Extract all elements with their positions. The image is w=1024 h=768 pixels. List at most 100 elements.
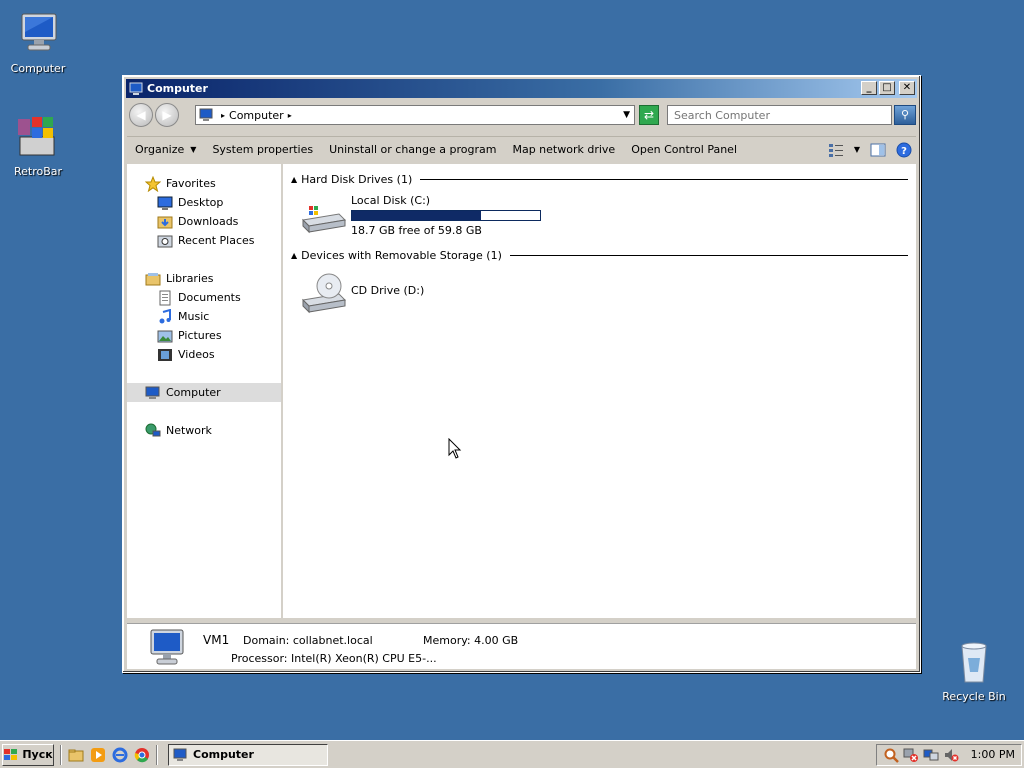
explorer-window: Computer _ □ ✕ ◀ ▶ ▸ Computer ▸ ▼ ⇄ ⚲ Or… (122, 75, 921, 673)
cd-drive-icon (299, 270, 347, 318)
map-network-drive-button[interactable]: Map network drive (504, 143, 623, 156)
nav-item-music[interactable]: Music (127, 307, 281, 326)
start-button[interactable]: Пуск (2, 743, 54, 766)
organize-button[interactable]: Organize ▼ (127, 143, 204, 156)
volume-muted-icon[interactable] (943, 747, 959, 763)
chevron-down-icon[interactable]: ▼ (854, 145, 860, 154)
start-label: Пуск (22, 748, 53, 761)
nav-item-videos[interactable]: Videos (127, 345, 281, 364)
computer-icon (145, 385, 161, 401)
recent-places-icon (157, 233, 173, 249)
nav-item-network[interactable]: Network (127, 421, 281, 440)
breadcrumb[interactable]: Computer (229, 109, 284, 122)
search-box[interactable] (667, 105, 892, 125)
nav-item-recent-places[interactable]: Recent Places (127, 231, 281, 250)
window-titlebar[interactable]: Computer _ □ ✕ (126, 79, 917, 98)
refresh-icon: ⇄ (643, 108, 655, 122)
chevron-down-icon: ▼ (190, 145, 197, 154)
nav-item-downloads[interactable]: Downloads (127, 212, 281, 231)
drive-d[interactable]: CD Drive (D:) (299, 270, 424, 318)
retrobar-icon (14, 113, 62, 161)
taskbar: Пуск Computer 1:00 PM (0, 740, 1024, 768)
nav-label: Computer (166, 386, 221, 399)
chrome-icon[interactable] (134, 747, 150, 763)
nav-label: Videos (178, 348, 215, 361)
close-button[interactable]: ✕ (899, 81, 915, 95)
system-tray: 1:00 PM (875, 743, 1022, 766)
desktop-icon-retrobar[interactable]: RetroBar (0, 113, 76, 178)
search-button[interactable]: ⚲ (894, 105, 916, 125)
nav-label: Libraries (166, 272, 214, 285)
memory-info: Memory: 4.00 GB (423, 634, 519, 647)
nav-item-desktop[interactable]: Desktop (127, 193, 281, 212)
panes: Favorites Desktop Downloads Recent Place… (127, 164, 916, 618)
address-toolbar: ◀ ▶ ▸ Computer ▸ ▼ ⇄ ⚲ (127, 102, 916, 128)
computer-icon (199, 108, 213, 122)
maximize-button[interactable]: □ (879, 81, 895, 95)
window-title: Computer (147, 82, 208, 95)
document-icon (157, 290, 173, 306)
uninstall-program-button[interactable]: Uninstall or change a program (321, 143, 504, 156)
organize-label: Organize (135, 143, 185, 156)
desktop-icon-label: RetroBar (13, 165, 63, 178)
minimize-button[interactable]: _ (861, 81, 877, 95)
search-input[interactable] (674, 108, 891, 122)
internet-explorer-icon[interactable] (112, 747, 128, 763)
drive-usage-bar (351, 210, 541, 221)
command-bar: Organize ▼ System properties Uninstall o… (127, 136, 916, 162)
clock[interactable]: 1:00 PM (971, 748, 1015, 761)
domain-info: Domain: collabnet.local (243, 634, 373, 647)
preview-pane-icon[interactable] (870, 142, 886, 158)
nav-item-pictures[interactable]: Pictures (127, 326, 281, 345)
nav-label: Desktop (178, 196, 224, 209)
search-icon[interactable] (883, 747, 899, 763)
folder-icon[interactable] (68, 747, 84, 763)
nav-label: Network (166, 424, 212, 437)
back-button[interactable]: ◀ (129, 103, 153, 127)
group-hard-disk-drives[interactable]: ▲ Hard Disk Drives (1) (291, 173, 908, 186)
nav-item-favorites[interactable]: Favorites (127, 174, 281, 193)
forward-button[interactable]: ▶ (155, 103, 179, 127)
nav-item-documents[interactable]: Documents (127, 288, 281, 307)
navigation-pane: Favorites Desktop Downloads Recent Place… (127, 164, 283, 618)
nav-label: Favorites (166, 177, 216, 190)
computer-icon (173, 748, 189, 762)
desktop-icon-computer[interactable]: Computer (0, 10, 76, 75)
nav-item-computer[interactable]: Computer (127, 383, 281, 402)
nav-label: Documents (178, 291, 241, 304)
divider (156, 744, 158, 765)
desktop-icon-recycle-bin[interactable]: Recycle Bin (936, 638, 1012, 703)
star-icon (144, 175, 162, 192)
help-icon[interactable]: ? (896, 142, 912, 158)
nav-label: Music (178, 310, 210, 323)
desktop-icon-label: Computer (10, 62, 66, 75)
libraries-icon (145, 271, 161, 287)
nav-label: Recent Places (178, 234, 255, 247)
view-options-icon[interactable] (828, 142, 844, 158)
chevron-right-icon[interactable]: ▸ (288, 111, 292, 120)
chevron-right-icon[interactable]: ▸ (221, 111, 225, 120)
open-control-panel-button[interactable]: Open Control Panel (623, 143, 745, 156)
film-icon (157, 347, 173, 363)
system-properties-button[interactable]: System properties (204, 143, 321, 156)
drive-free-space: 18.7 GB free of 59.8 GB (351, 224, 482, 237)
mouse-cursor-icon (448, 437, 462, 460)
refresh-button[interactable]: ⇄ (639, 105, 659, 125)
nav-label: Downloads (178, 215, 239, 228)
collapse-arrow-icon: ▲ (291, 251, 298, 260)
chevron-down-icon[interactable]: ▼ (623, 110, 630, 120)
computer-name: VM1 (203, 633, 230, 647)
address-bar[interactable]: ▸ Computer ▸ ▼ (195, 105, 635, 125)
group-removable-storage[interactable]: ▲ Devices with Removable Storage (1) (291, 249, 908, 262)
network-icon[interactable] (923, 747, 939, 763)
media-player-icon[interactable] (90, 747, 106, 763)
nav-label: Pictures (178, 329, 222, 342)
taskbar-button-computer[interactable]: Computer (168, 743, 328, 766)
music-note-icon (157, 308, 173, 325)
hard-drive-icon (299, 194, 347, 242)
computer-icon (14, 10, 62, 58)
drive-c[interactable]: Local Disk (C:) 18.7 GB free of 59.8 GB (299, 194, 541, 242)
nav-item-libraries[interactable]: Libraries (127, 269, 281, 288)
downloads-folder-icon (157, 214, 173, 230)
network-error-icon[interactable] (903, 747, 919, 763)
